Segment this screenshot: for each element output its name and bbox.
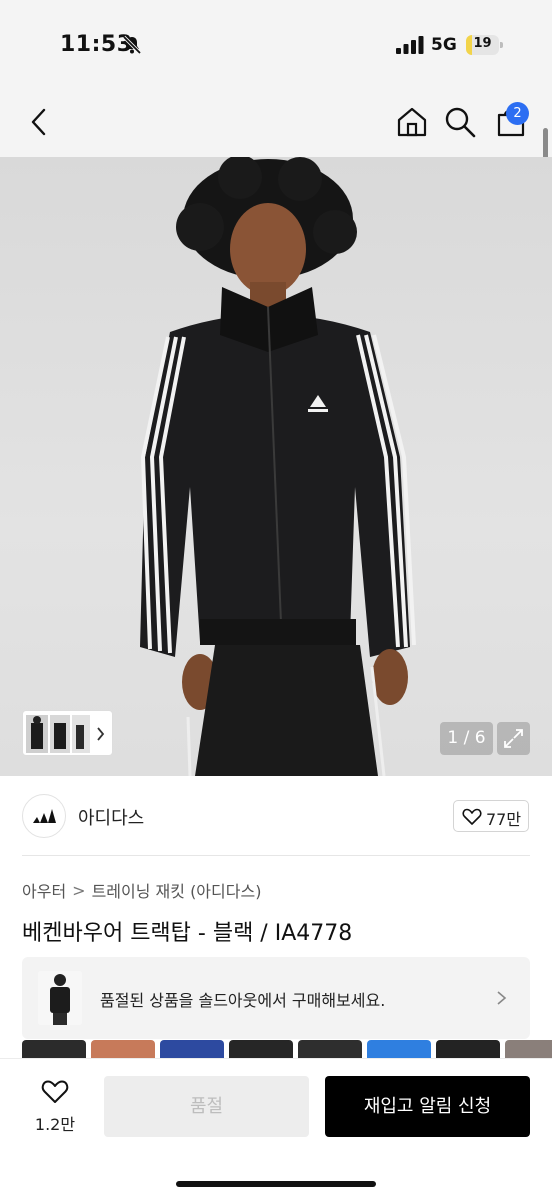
breadcrumb-item[interactable]: 아우터: [22, 882, 66, 901]
brand-name[interactable]: 아디다스: [78, 804, 144, 830]
expand-icon[interactable]: [497, 722, 530, 755]
chevron-right-icon: >: [72, 880, 86, 900]
battery-icon: 19: [466, 35, 503, 55]
cart-count-badge: 2: [506, 102, 529, 125]
status-bar: 11:53 5G 19: [0, 0, 552, 90]
wishlist-button[interactable]: 1.2만: [30, 1075, 80, 1135]
product-image[interactable]: [0, 157, 552, 776]
adidas-logo-icon[interactable]: [22, 794, 66, 838]
product-title: 베켄바우어 트랙탑 - 블랙 / IA4778: [22, 921, 353, 946]
back-icon[interactable]: [22, 104, 58, 140]
breadcrumb-item[interactable]: 트레이닝 재킷 (아디다스): [92, 882, 262, 901]
search-icon[interactable]: [442, 104, 478, 140]
brand-like-count: 77만: [486, 810, 522, 829]
home-icon[interactable]: [394, 104, 430, 140]
chevron-right-icon: [497, 991, 507, 1005]
restock-notify-button[interactable]: 재입고 알림 신청: [325, 1076, 530, 1137]
chevron-right-icon: [97, 727, 105, 741]
banner-product-thumbnail: [38, 971, 82, 1025]
jacket-model-photo: [140, 157, 416, 776]
soldout-button: 품절: [104, 1076, 309, 1137]
home-indicator: [176, 1181, 376, 1187]
top-nav: [0, 90, 552, 157]
heart-icon: [462, 808, 482, 825]
battery-level: 19: [473, 36, 492, 51]
network-type: 5G: [431, 35, 457, 55]
gallery-thumbnails[interactable]: [22, 710, 113, 756]
brand-like-button[interactable]: 77만: [453, 800, 529, 832]
wishlist-count: 1.2만: [34, 1115, 76, 1134]
soldout-banner-text: 품절된 상품을 솔드아웃에서 구매해보세요.: [100, 991, 386, 1010]
gallery-counter: 1 / 6: [440, 722, 493, 755]
bell-slash-icon: [122, 35, 142, 55]
divider: [22, 855, 530, 856]
soldout-banner[interactable]: 품절된 상품을 솔드아웃에서 구매해보세요.: [22, 957, 530, 1039]
breadcrumb: 아우터 > 트레이닝 재킷 (아디다스): [22, 878, 261, 902]
signal-icon: [396, 36, 424, 54]
heart-icon: [41, 1080, 69, 1103]
